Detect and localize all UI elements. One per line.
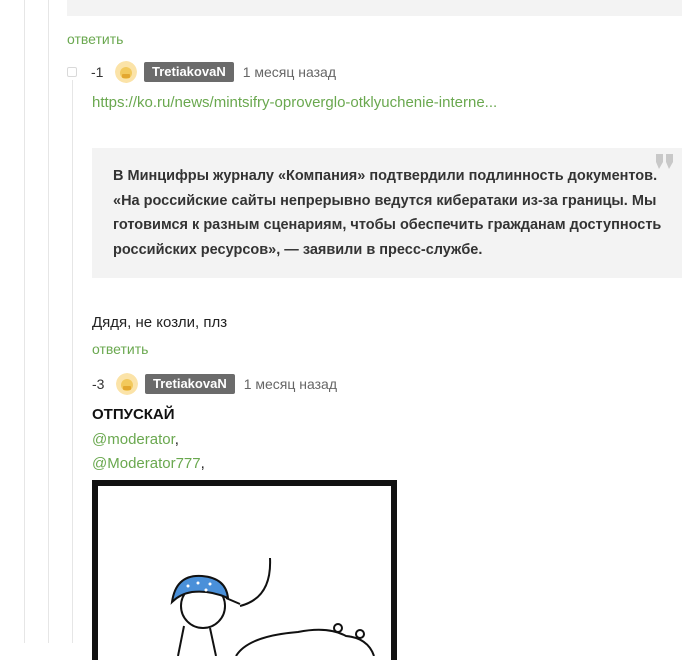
mention-link[interactable]: @moderator [92, 431, 175, 448]
comment-rating: -1 [91, 64, 104, 80]
avatar-icon[interactable] [116, 373, 138, 395]
reply-link[interactable]: ответить [92, 341, 148, 357]
mention-line: @Moderator777, [92, 455, 205, 472]
comment-rating: -3 [92, 376, 105, 392]
comment-time[interactable]: 1 месяц назад [244, 376, 337, 392]
mention-line: @moderator, [92, 431, 179, 448]
comment-header: -3 TretiakovaN 1 месяц назад [92, 373, 337, 395]
previous-comment-block [67, 0, 682, 16]
author-badge[interactable]: TretiakovaN [145, 374, 235, 394]
article-link[interactable]: https://ko.ru/news/mintsifry-oproverglo-… [92, 94, 497, 111]
comment-header: -1 TretiakovaN 1 месяц назад [67, 61, 336, 83]
author-badge[interactable]: TretiakovaN [144, 62, 234, 82]
thread-line-outer [24, 0, 25, 643]
mention-separator: , [200, 455, 205, 472]
comment-body: Дядя, не козли, плз [92, 314, 228, 331]
avatar-icon[interactable] [115, 61, 137, 83]
quote-mark-icon [656, 154, 673, 169]
comic-image[interactable] [92, 480, 397, 660]
comic-drawing [170, 557, 375, 657]
comment-time[interactable]: 1 месяц назад [243, 64, 336, 80]
comment-title: ОТПУСКАЙ [92, 406, 175, 423]
reply-link[interactable]: ответить [67, 31, 123, 47]
thread-line-inner [72, 80, 73, 643]
blockquote: В Минцифры журналу «Компания» подтвердил… [92, 148, 682, 278]
thread-line-mid [48, 0, 49, 643]
quote-text: В Минцифры журналу «Компания» подтвердил… [113, 168, 662, 258]
mention-link[interactable]: @Moderator777 [92, 455, 201, 472]
collapse-icon[interactable] [67, 67, 77, 77]
mention-separator: , [174, 431, 179, 448]
